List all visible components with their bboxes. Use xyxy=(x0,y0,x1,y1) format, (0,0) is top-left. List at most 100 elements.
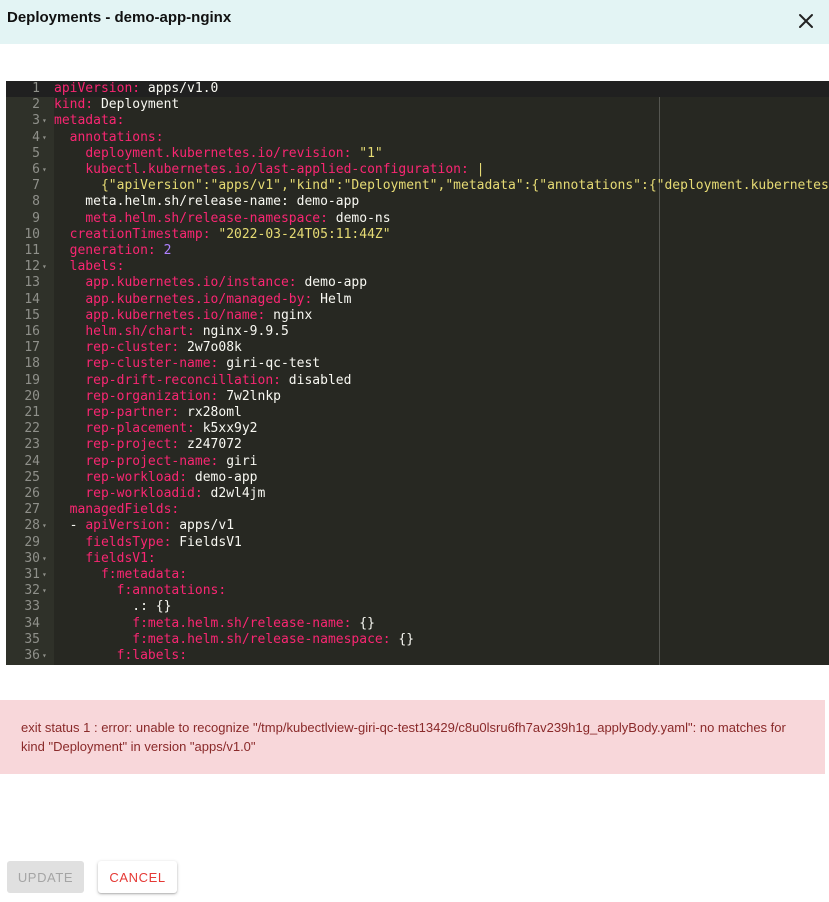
code-token: 2 xyxy=(155,243,172,258)
line-number: 22 xyxy=(24,421,40,437)
code-line[interactable]: 32 ▾ f:annotations: xyxy=(6,583,829,599)
code-token: managedFields: xyxy=(69,502,180,518)
fold-arrow-icon[interactable]: ▾ xyxy=(42,567,50,583)
fold-arrow-icon[interactable]: ▾ xyxy=(42,518,50,534)
line-number: 25 xyxy=(24,469,40,485)
update-button[interactable]: UPDATE xyxy=(7,861,84,893)
code-token: nginx xyxy=(265,307,313,323)
code-line[interactable]: 26 rep-workloadid: d2wl4jm xyxy=(6,486,829,502)
code-token: z247072 xyxy=(179,437,242,453)
fold-arrow-icon[interactable]: ▾ xyxy=(42,648,50,664)
code-line[interactable]: 3 ▾ metadata: xyxy=(6,113,829,129)
close-icon[interactable] xyxy=(794,9,818,33)
code-line[interactable]: 2 kind: Deployment xyxy=(6,97,829,113)
line-number: 30 xyxy=(24,550,40,566)
code-token: kind: xyxy=(54,97,94,113)
code-line[interactable]: 6 ▾ kubectl.kubernetes.io/last-applied-co… xyxy=(6,162,829,178)
code-line[interactable]: 11 generation: 2 xyxy=(6,243,829,259)
code-line[interactable]: 33 .: {} xyxy=(6,599,829,615)
code-line[interactable]: 8 meta.helm.sh/release-name: demo-app xyxy=(6,194,829,210)
line-number: 9 xyxy=(32,210,40,226)
line-text: rep-project: z247072 xyxy=(54,437,242,453)
code-token: meta.helm.sh/release-namespace: xyxy=(85,210,328,226)
fold-arrow-icon[interactable]: ▾ xyxy=(42,130,50,146)
code-line[interactable]: 16 helm.sh/chart: nginx-9.9.5 xyxy=(6,324,829,340)
cancel-button[interactable]: CANCEL xyxy=(98,861,177,893)
line-number: 33 xyxy=(24,599,40,615)
code-line[interactable]: 20 rep-organization: 7w2lnkp xyxy=(6,389,829,405)
code-line[interactable]: 35 f:meta.helm.sh/release-namespace: {} xyxy=(6,632,829,648)
line-text: f:annotations: xyxy=(54,583,227,599)
code-line[interactable]: 12 ▾ labels: xyxy=(6,259,829,275)
yaml-editor[interactable]: 1 apiVersion: apps/v1.0 2 kind: Deployment 3… xyxy=(6,81,829,665)
code-line[interactable]: 22 rep-placement: k5xx9y2 xyxy=(6,421,829,437)
code-line[interactable]: 23 rep-project: z247072 xyxy=(6,437,829,453)
code-line[interactable]: 30 ▾ fieldsV1: xyxy=(6,551,829,567)
code-line[interactable]: 27 managedFields: xyxy=(6,502,829,518)
code-line[interactable]: 1 apiVersion: apps/v1.0 xyxy=(6,81,829,98)
code-line[interactable]: 9 meta.helm.sh/release-namespace: demo-n… xyxy=(6,211,829,227)
fold-arrow-icon[interactable]: ▾ xyxy=(42,259,50,275)
code-token: disabled xyxy=(280,372,352,388)
code-line[interactable]: 24 rep-project-name: giri xyxy=(6,454,829,470)
code-line[interactable]: 13 app.kubernetes.io/instance: demo-app xyxy=(6,275,829,291)
code-token: {} xyxy=(351,615,375,631)
code-token: kubectl.kubernetes.io/last-applied-confi… xyxy=(85,162,469,177)
code-line[interactable]: 28 ▾ - apiVersion: apps/v1 xyxy=(6,518,829,534)
code-line[interactable]: 19 rep-drift-reconcillation: disabled xyxy=(6,373,829,389)
code-token: app.kubernetes.io/name: xyxy=(85,307,266,323)
code-line[interactable]: 15 app.kubernetes.io/name: nginx xyxy=(6,308,829,324)
code-token: giri-qc-test xyxy=(218,356,321,372)
code-token: {"apiVersion":"apps/v1","kind":"Deployme… xyxy=(54,178,829,194)
fold-arrow-icon[interactable]: ▾ xyxy=(42,583,50,599)
code-line[interactable]: 5 deployment.kubernetes.io/revision: "1" xyxy=(6,146,829,162)
code-token: fieldsType: xyxy=(85,534,172,550)
code-token: rep-placement: xyxy=(85,421,195,437)
fold-arrow-icon[interactable]: ▾ xyxy=(42,113,50,129)
line-number: 13 xyxy=(24,275,40,291)
code-token: rep-drift-reconcillation: xyxy=(85,372,281,388)
code-token: rep-cluster: xyxy=(85,340,180,356)
line-number: 20 xyxy=(24,388,40,404)
code-line[interactable]: 36 ▾ f:labels: xyxy=(6,648,829,664)
code-token: generation: xyxy=(69,243,156,258)
line-text: annotations: xyxy=(54,130,164,146)
code-line[interactable]: 17 rep-cluster: 2w7o08k xyxy=(6,340,829,356)
code-line[interactable]: 29 fieldsType: FieldsV1 xyxy=(6,535,829,551)
code-token: | xyxy=(468,162,485,177)
line-text: rep-placement: k5xx9y2 xyxy=(54,421,257,437)
code-token: rep-organization: xyxy=(85,388,219,404)
fold-arrow-icon[interactable]: ▾ xyxy=(42,551,50,567)
code-line[interactable]: 25 rep-workload: demo-app xyxy=(6,470,829,486)
code-token: metadata: xyxy=(54,113,125,129)
code-line[interactable]: 21 rep-partner: rx28oml xyxy=(6,405,829,421)
code-line[interactable]: 14 app.kubernetes.io/managed-by: Helm xyxy=(6,292,829,308)
line-number: 19 xyxy=(24,372,40,388)
fold-arrow-icon[interactable]: ▾ xyxy=(42,162,50,178)
code-token: giri xyxy=(218,453,258,469)
code-line[interactable]: 7 {"apiVersion":"apps/v1","kind":"Deploy… xyxy=(6,178,829,194)
code-line[interactable]: 10 creationTimestamp: "2022-03-24T05:11:… xyxy=(6,227,829,243)
line-number: 6 xyxy=(32,162,40,177)
line-text: deployment.kubernetes.io/revision: "1" xyxy=(54,146,382,162)
line-text: rep-partner: rx28oml xyxy=(54,405,242,421)
code-line[interactable]: 31 ▾ f:metadata: xyxy=(6,567,829,583)
line-number: 27 xyxy=(24,502,40,518)
line-text: {"apiVersion":"apps/v1","kind":"Deployme… xyxy=(54,178,829,194)
line-text: - apiVersion: apps/v1 xyxy=(54,518,234,534)
code-line[interactable]: 18 rep-cluster-name: giri-qc-test xyxy=(6,356,829,372)
code-token: rep-workloadid: xyxy=(85,486,203,501)
code-token: Deployment xyxy=(93,97,180,113)
code-line[interactable]: 4 ▾ annotations: xyxy=(6,130,829,146)
line-text: f:metadata: xyxy=(54,567,187,583)
line-text: rep-cluster-name: giri-qc-test xyxy=(54,356,320,372)
code-line[interactable]: 34 f:meta.helm.sh/release-name: {} xyxy=(6,616,829,632)
code-token: rx28oml xyxy=(179,405,242,420)
line-text: rep-workload: demo-app xyxy=(54,470,257,486)
